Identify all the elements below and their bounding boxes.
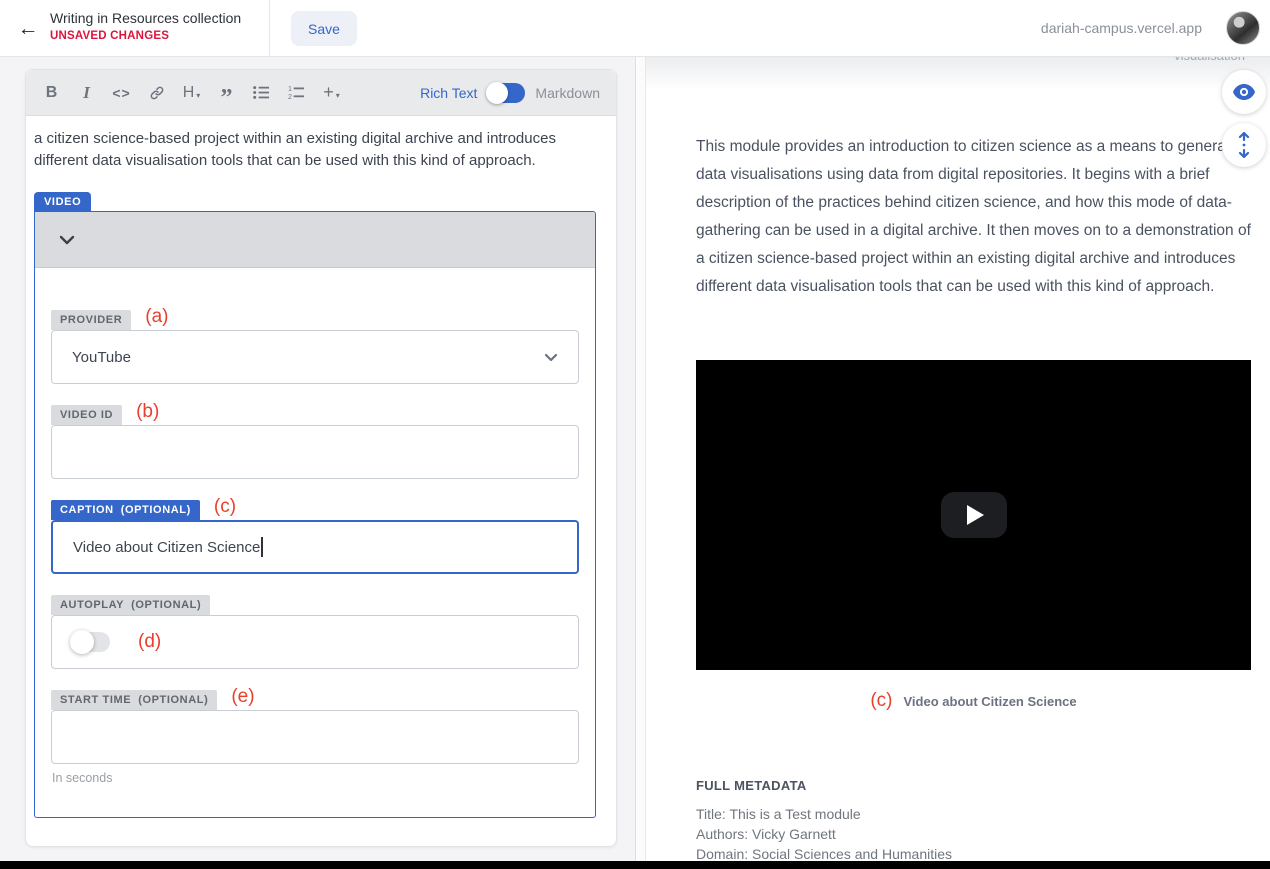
scroll-sync-icon xyxy=(1236,132,1252,158)
svg-text:1: 1 xyxy=(288,85,292,93)
start-time-input[interactable] xyxy=(51,710,579,764)
preview-paragraph: This module provides an introduction to … xyxy=(696,133,1256,301)
metadata-authors-line: Authors: Vicky Garnett xyxy=(696,824,952,844)
metadata-heading: FULL METADATA xyxy=(696,778,952,793)
rich-text-markdown-toggle[interactable] xyxy=(487,83,525,103)
italic-icon[interactable]: I xyxy=(71,78,102,108)
preview-visibility-button[interactable] xyxy=(1222,70,1266,114)
annotation-c: (c) xyxy=(214,496,236,518)
bullet-list-icon[interactable] xyxy=(246,78,277,108)
video-block-collapse-bar[interactable] xyxy=(35,212,595,268)
mode-switch: Rich Text Markdown xyxy=(420,83,606,103)
provider-value: YouTube xyxy=(72,349,131,366)
preview-card: visualisation This module provides an in… xyxy=(645,57,1270,861)
video-id-field: VIDEO ID (b) xyxy=(51,405,579,479)
insert-icon[interactable]: +▾ xyxy=(316,78,347,108)
start-time-label: START TIME (OPTIONAL) xyxy=(51,690,217,710)
play-button[interactable] xyxy=(941,492,1007,538)
video-block-chip: VIDEO xyxy=(34,192,91,211)
annotation-d: (d) xyxy=(138,631,161,653)
preview-pane: visualisation This module provides an in… xyxy=(637,57,1270,869)
full-metadata-section: FULL METADATA Title: This is a Test modu… xyxy=(696,778,952,864)
clipped-scrolled-text: visualisation xyxy=(1174,57,1245,64)
play-icon xyxy=(967,505,984,525)
unsaved-changes-status: UNSAVED CHANGES xyxy=(50,30,241,42)
chevron-down-icon xyxy=(59,235,75,245)
autoplay-label: AUTOPLAY (OPTIONAL) xyxy=(51,595,210,615)
toggle-knob xyxy=(70,630,94,654)
annotation-b: (b) xyxy=(136,401,159,423)
editor-card: B I <> H▾ ” 12 +▾ Rich Text Markdown a c… xyxy=(25,69,617,847)
video-id-input[interactable] xyxy=(51,425,579,479)
start-time-field: START TIME (OPTIONAL) (e) In seconds xyxy=(51,690,579,785)
autoplay-toggle[interactable] xyxy=(72,632,110,652)
text-cursor xyxy=(261,537,263,557)
site-domain-link[interactable]: dariah-campus.vercel.app xyxy=(1041,20,1202,36)
provider-select[interactable]: YouTube xyxy=(51,330,579,384)
video-block-body: PROVIDER (a) YouTube VIDEO ID (b) xyxy=(35,268,595,785)
rich-text-label: Rich Text xyxy=(420,85,477,101)
rich-text-toolbar: B I <> H▾ ” 12 +▾ Rich Text Markdown xyxy=(26,70,616,116)
numbered-list-icon[interactable]: 12 xyxy=(281,78,312,108)
metadata-title-line: Title: This is a Test module xyxy=(696,804,952,824)
bold-icon[interactable]: B xyxy=(36,78,67,108)
heading-icon[interactable]: H▾ xyxy=(176,78,207,108)
editor-paragraph[interactable]: a citizen science-based project within a… xyxy=(34,128,606,172)
chevron-down-icon xyxy=(544,353,558,362)
caption-input[interactable]: Video about Citizen Science xyxy=(51,520,579,574)
top-bar: ← Writing in Resources collection UNSAVE… xyxy=(0,0,1270,57)
editor-body: a citizen science-based project within a… xyxy=(26,116,616,818)
caption-value: Video about Citizen Science xyxy=(73,539,260,556)
video-player[interactable] xyxy=(696,360,1251,670)
header-divider xyxy=(269,0,270,56)
save-button[interactable]: Save xyxy=(291,11,357,46)
video-caption: Video about Citizen Science xyxy=(904,694,1077,709)
provider-label: PROVIDER xyxy=(51,310,131,330)
code-icon[interactable]: <> xyxy=(106,78,137,108)
eye-icon xyxy=(1232,83,1256,101)
toggle-knob xyxy=(486,82,508,104)
link-icon[interactable] xyxy=(141,78,172,108)
autoplay-toggle-box: (d) xyxy=(51,615,579,669)
page-title: Writing in Resources collection xyxy=(50,10,241,26)
arrow-left-icon: ← xyxy=(18,17,39,40)
back-button[interactable]: ← xyxy=(14,15,42,43)
markdown-label: Markdown xyxy=(535,85,600,101)
caption-field: CAPTION (OPTIONAL) (c) Video about Citiz… xyxy=(51,500,579,574)
scroll-sync-button[interactable] xyxy=(1222,123,1266,167)
start-time-helper: In seconds xyxy=(52,771,579,785)
document-title-wrap: Writing in Resources collection UNSAVED … xyxy=(50,10,241,42)
video-block: PROVIDER (a) YouTube VIDEO ID (b) xyxy=(34,211,596,818)
editor-pane: B I <> H▾ ” 12 +▾ Rich Text Markdown a c… xyxy=(0,57,636,861)
bottom-black-bar xyxy=(0,861,1270,869)
provider-field: PROVIDER (a) YouTube xyxy=(51,310,579,384)
annotation-c-preview: (c) xyxy=(870,690,892,712)
avatar[interactable] xyxy=(1226,11,1260,45)
annotation-e: (e) xyxy=(231,686,254,708)
video-id-label: VIDEO ID xyxy=(51,405,122,425)
blockquote-icon[interactable]: ” xyxy=(211,78,242,108)
caption-label: CAPTION (OPTIONAL) xyxy=(51,500,200,520)
annotation-a: (a) xyxy=(145,306,168,328)
video-caption-row: (c) Video about Citizen Science xyxy=(696,690,1251,712)
svg-text:2: 2 xyxy=(288,93,292,100)
autoplay-field: AUTOPLAY (OPTIONAL) (d) xyxy=(51,595,579,669)
